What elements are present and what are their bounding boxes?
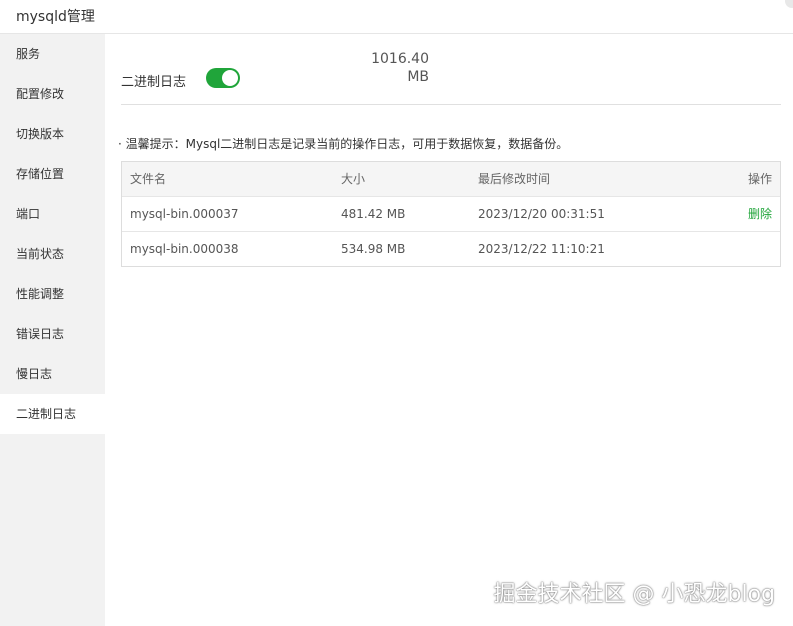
toggle-knob xyxy=(222,70,238,86)
table-row: mysql-bin.000038 534.98 MB 2023/12/22 11… xyxy=(122,232,780,266)
cell-filename: mysql-bin.000037 xyxy=(130,207,239,221)
table-header-row: 文件名 大小 最后修改时间 操作 xyxy=(122,162,780,197)
binlog-total-size: 1016.40 MB xyxy=(361,50,429,86)
binlog-total-size-value: 1016.40 xyxy=(371,51,429,67)
table-row: mysql-bin.000037 481.42 MB 2023/12/20 00… xyxy=(122,197,780,232)
binlog-table: 文件名 大小 最后修改时间 操作 mysql-bin.000037 481.42… xyxy=(121,161,781,267)
sidebar-item-service[interactable]: 服务 xyxy=(0,34,105,74)
window-titlebar: mysqld管理 xyxy=(0,0,793,34)
sidebar: 服务 配置修改 切换版本 存储位置 端口 当前状态 性能调整 错误日志 慢日志 … xyxy=(0,34,105,626)
tip-text: · 温馨提示：Mysql二进制日志是记录当前的操作日志，可用于数据恢复，数据备份… xyxy=(118,137,569,151)
sidebar-item-storage[interactable]: 存储位置 xyxy=(0,154,105,194)
column-header-size: 大小 xyxy=(341,172,366,186)
sidebar-item-version[interactable]: 切换版本 xyxy=(0,114,105,154)
cell-filename: mysql-bin.000038 xyxy=(130,242,239,256)
divider xyxy=(121,104,781,105)
main-panel: 1016.40 MB 二进制日志 · 温馨提示：Mysql二进制日志是记录当前的… xyxy=(118,34,781,626)
window-title: mysqld管理 xyxy=(16,9,95,25)
cell-size: 481.42 MB xyxy=(341,207,406,221)
column-header-action: 操作 xyxy=(747,172,772,186)
binlog-total-size-unit: MB xyxy=(407,69,429,85)
cell-mtime: 2023/12/20 00:31:51 xyxy=(478,207,605,221)
sidebar-item-slow-log[interactable]: 慢日志 xyxy=(0,354,105,394)
watermark-text: 掘金技术社区 @ 小恐龙blog xyxy=(493,582,776,607)
delete-link[interactable]: 删除 xyxy=(748,197,772,232)
binlog-toggle-row: 二进制日志 xyxy=(121,68,321,90)
close-icon[interactable] xyxy=(785,0,793,8)
sidebar-item-error-log[interactable]: 错误日志 xyxy=(0,314,105,354)
sidebar-item-port[interactable]: 端口 xyxy=(0,194,105,234)
sidebar-item-binlog[interactable]: 二进制日志 xyxy=(0,394,105,434)
cell-size: 534.98 MB xyxy=(341,242,406,256)
cell-mtime: 2023/12/22 11:10:21 xyxy=(478,242,605,256)
binlog-toggle-label: 二进制日志 xyxy=(121,75,187,90)
sidebar-item-config[interactable]: 配置修改 xyxy=(0,74,105,114)
sidebar-item-status[interactable]: 当前状态 xyxy=(0,234,105,274)
column-header-filename: 文件名 xyxy=(130,172,167,186)
binlog-toggle[interactable] xyxy=(206,68,240,88)
sidebar-item-performance[interactable]: 性能调整 xyxy=(0,274,105,314)
column-header-mtime: 最后修改时间 xyxy=(478,172,551,186)
